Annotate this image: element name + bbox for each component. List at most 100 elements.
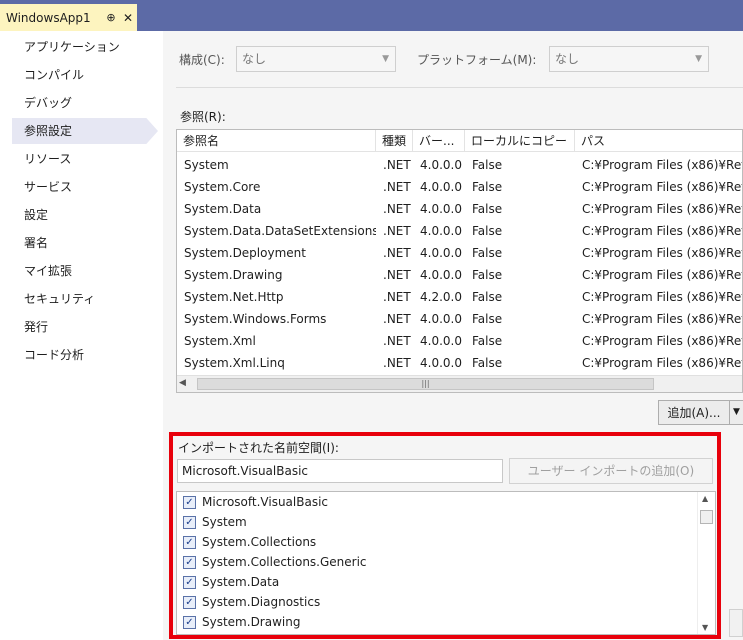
namespace-list[interactable]: ✓ Microsoft.VisualBasic ✓ System ✓ Syste…	[176, 491, 716, 635]
table-row[interactable]: System.Drawing .NET 4.0.0.0 False C:¥Pro…	[177, 264, 742, 286]
ref-type: .NET	[383, 180, 411, 194]
column-header-copy-local[interactable]: ローカルにコピー	[465, 130, 575, 152]
ref-version: 4.0.0.0	[420, 224, 462, 238]
vertical-scrollbar[interactable]: ▲ ▼	[697, 492, 715, 634]
document-tab[interactable]: WindowsApp1 ⊕ ✕	[0, 4, 137, 31]
table-row[interactable]: System.Data.DataSetExtensions .NET 4.0.0…	[177, 220, 743, 242]
imported-namespaces-label: インポートされた名前空間(I):	[178, 441, 339, 455]
clipped-button-edge[interactable]	[729, 609, 743, 637]
nav-item-compile[interactable]: コンパイル	[12, 62, 158, 88]
ref-version: 4.0.0.0	[420, 158, 462, 172]
column-header-type[interactable]: 種類	[376, 130, 413, 152]
references-list[interactable]: 参照名 種類 バー... ローカルにコピー パス System .NET 4.0…	[176, 129, 743, 393]
imported-namespaces-section: インポートされた名前空間(I): Microsoft.VisualBasic ユ…	[169, 432, 721, 639]
ref-name: System.Drawing	[184, 268, 283, 282]
ref-type: .NET	[383, 290, 411, 304]
nav-item-settings[interactable]: 設定	[12, 202, 158, 228]
ref-version: 4.0.0.0	[420, 312, 462, 326]
ref-path: C:¥Program Files (x86)¥Ref	[582, 202, 743, 216]
ref-version: 4.0.0.0	[420, 180, 462, 194]
checkbox-checked-icon[interactable]: ✓	[183, 535, 196, 549]
scroll-up-icon[interactable]: ▲	[702, 494, 708, 503]
nav-item-services[interactable]: サービス	[12, 174, 158, 200]
ref-path: C:¥Program Files (x86)¥Ref	[582, 180, 743, 194]
ref-copy-local: False	[472, 202, 503, 216]
table-row[interactable]: System .NET 4.0.0.0 False C:¥Program Fil…	[177, 154, 742, 176]
table-row[interactable]: System.Windows.Forms .NET 4.0.0.0 False …	[177, 308, 742, 330]
ref-version: 4.0.0.0	[420, 334, 462, 348]
pin-icon[interactable]: ⊕	[103, 11, 119, 24]
namespace-label: System	[202, 515, 247, 529]
nav-item-security[interactable]: セキュリティ	[12, 286, 158, 312]
ref-version: 4.0.0.0	[420, 356, 462, 370]
nav-item-signing[interactable]: 署名	[12, 230, 158, 256]
ref-version: 4.0.0.0	[420, 268, 462, 282]
add-user-import-button[interactable]: ユーザー インポートの追加(O)	[509, 458, 713, 484]
column-header-path[interactable]: パス	[575, 130, 742, 152]
ref-name: System.Deployment	[184, 246, 306, 260]
ref-path: C:¥Program Files (x86)¥Ref	[582, 224, 743, 238]
platform-combobox[interactable]: なし ▼	[549, 46, 709, 72]
checkbox-checked-icon[interactable]: ✓	[183, 575, 196, 589]
nav-item-references[interactable]: 参照設定	[12, 118, 158, 144]
ref-copy-local: False	[472, 158, 503, 172]
config-value: なし	[242, 52, 267, 66]
platform-value: なし	[555, 52, 580, 66]
chevron-down-icon[interactable]: ▼	[729, 401, 743, 424]
table-row[interactable]: System.Data .NET 4.0.0.0 False C:¥Progra…	[177, 198, 743, 220]
list-item[interactable]: ✓ Microsoft.VisualBasic	[183, 492, 328, 512]
list-item[interactable]: ✓ System.Collections.Generic	[183, 552, 367, 572]
nav-item-code-analysis[interactable]: コード分析	[12, 342, 158, 368]
add-reference-button[interactable]: 追加(A)... ▼	[658, 400, 743, 425]
scroll-left-icon[interactable]: ◀	[179, 378, 186, 388]
ref-type: .NET	[383, 158, 411, 172]
list-item[interactable]: ✓ System.Diagnostics	[183, 592, 320, 612]
scroll-down-icon[interactable]: ▼	[702, 623, 708, 632]
column-header-version[interactable]: バー...	[413, 130, 465, 152]
ref-type: .NET	[383, 246, 411, 260]
close-icon[interactable]: ✕	[119, 11, 137, 25]
checkbox-checked-icon[interactable]: ✓	[183, 615, 196, 629]
table-row[interactable]: System.Deployment .NET 4.0.0.0 False C:¥…	[177, 242, 742, 264]
ref-name: System.Windows.Forms	[184, 312, 327, 326]
ref-name: System.Data.DataSetExtensions	[184, 224, 376, 238]
nav-item-debug[interactable]: デバッグ	[12, 90, 158, 116]
ref-path: C:¥Program Files (x86)¥Ref	[582, 290, 743, 304]
list-item[interactable]: ✓ System.Collections	[183, 532, 316, 552]
nav-item-publish[interactable]: 発行	[12, 314, 158, 340]
ref-type: .NET	[383, 224, 411, 238]
checkbox-checked-icon[interactable]: ✓	[183, 495, 196, 509]
column-header-name[interactable]: 参照名	[177, 130, 376, 152]
ref-copy-local: False	[472, 312, 503, 326]
table-row[interactable]: System.Net.Http .NET 4.2.0.0 False C:¥Pr…	[177, 286, 743, 308]
ref-path: C:¥Program Files (x86)¥Ref	[582, 334, 743, 348]
table-row[interactable]: System.Xml .NET 4.0.0.0 False C:¥Program…	[177, 330, 743, 352]
properties-nav: アプリケーション コンパイル デバッグ 参照設定 リソース サービス 設定 署名…	[0, 31, 163, 640]
table-row[interactable]: System.Xml.Linq .NET 4.0.0.0 False C:¥Pr…	[177, 352, 742, 374]
namespace-label: Microsoft.VisualBasic	[202, 495, 329, 509]
list-item[interactable]: ✓ System.Data	[183, 572, 279, 592]
ref-name: System.Net.Http	[184, 290, 284, 304]
checkbox-checked-icon[interactable]: ✓	[183, 555, 196, 569]
namespace-label: System.Collections	[202, 535, 317, 549]
list-item[interactable]: ✓ System	[183, 512, 247, 532]
checkbox-checked-icon[interactable]: ✓	[183, 515, 196, 529]
horizontal-scrollbar[interactable]: ◀ |||	[177, 375, 742, 392]
namespace-label: System.Diagnostics	[202, 595, 321, 609]
scrollbar-thumb[interactable]: |||	[197, 378, 654, 390]
document-tab-title: WindowsApp1	[6, 10, 91, 25]
list-item[interactable]: ✓ System.Drawing	[183, 612, 300, 632]
ref-copy-local: False	[472, 268, 503, 282]
table-row[interactable]: System.Core .NET 4.0.0.0 False C:¥Progra…	[177, 176, 743, 198]
config-combobox[interactable]: なし ▼	[236, 46, 396, 72]
nav-item-resources[interactable]: リソース	[12, 146, 158, 172]
ref-copy-local: False	[472, 290, 503, 304]
checkbox-checked-icon[interactable]: ✓	[183, 595, 196, 609]
references-label: 参照(R):	[180, 110, 226, 124]
nav-item-application[interactable]: アプリケーション	[12, 34, 158, 60]
namespace-input[interactable]: Microsoft.VisualBasic	[177, 459, 503, 483]
nav-item-my-extensions[interactable]: マイ拡張	[12, 258, 158, 284]
ref-name: System.Xml.Linq	[184, 356, 285, 370]
platform-label: プラットフォーム(M):	[417, 53, 537, 67]
scrollbar-thumb[interactable]	[700, 510, 713, 524]
